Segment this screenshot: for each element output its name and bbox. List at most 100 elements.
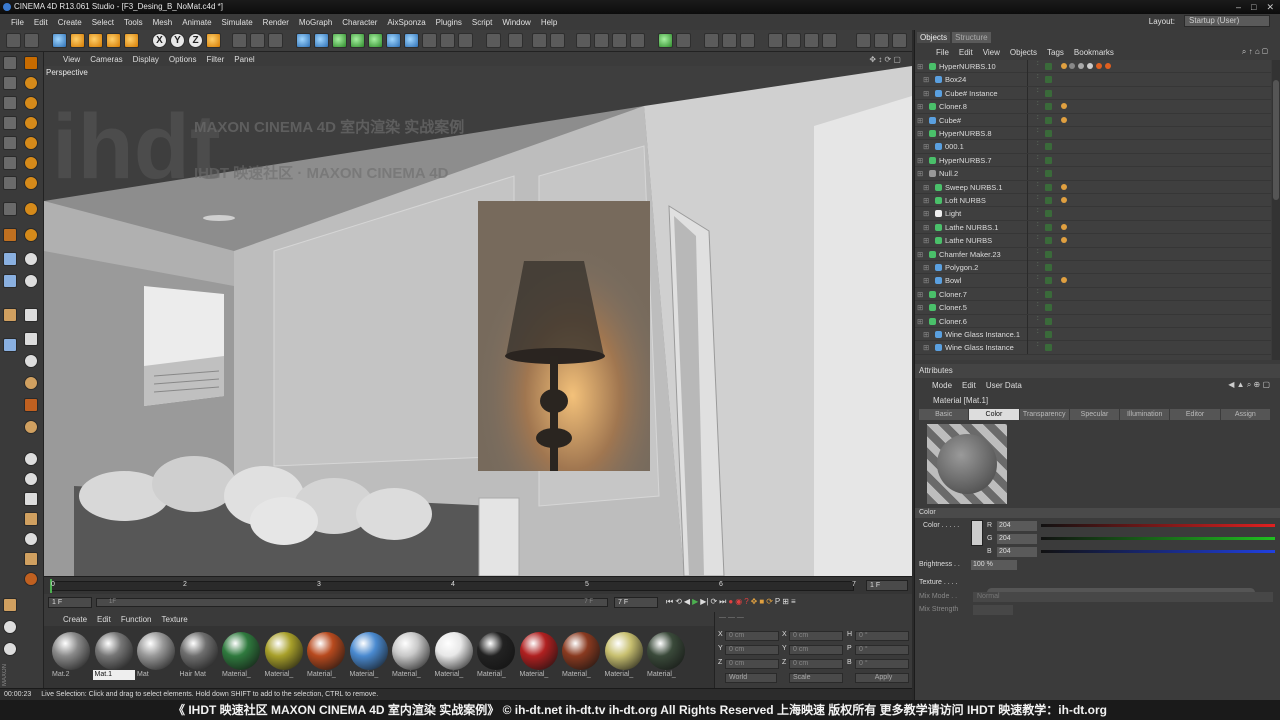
object-row[interactable]: ⊞ Bowl: (915, 274, 1271, 288)
expand-icon[interactable]: ⊞ (917, 167, 923, 180)
magnet-tool-icon[interactable] (24, 202, 38, 216)
uv-points-icon[interactable] (3, 156, 17, 170)
expand-icon[interactable]: ⊞ (923, 73, 929, 86)
expand-icon[interactable]: ⊞ (923, 87, 929, 100)
play-icon[interactable]: ▶ (692, 597, 698, 607)
tag-icon[interactable] (1061, 277, 1067, 284)
gear-tool-icon[interactable] (24, 376, 38, 390)
layout-quad-icon[interactable] (892, 33, 907, 48)
mat-menu-texture[interactable]: Texture (157, 615, 193, 624)
vp-menu-options[interactable]: Options (164, 55, 202, 64)
object-row[interactable]: ⊞ Cube#: (915, 113, 1271, 127)
menu-edit[interactable]: Edit (29, 18, 53, 27)
tab-specular[interactable]: Specular (1069, 409, 1120, 420)
workplane-tool-icon[interactable] (3, 252, 17, 266)
material-thumbnail[interactable]: Material_ (390, 630, 432, 686)
menu-help[interactable]: Help (536, 18, 562, 27)
menu-mesh[interactable]: Mesh (148, 18, 178, 27)
expand-icon[interactable]: ⊞ (917, 288, 923, 301)
layout-single-icon[interactable] (856, 33, 871, 48)
expand-icon[interactable]: ⊞ (923, 207, 929, 220)
material-thumbnail[interactable]: Material_ (348, 630, 390, 686)
visibility-dots-icon[interactable]: : (1037, 262, 1039, 268)
expand-icon[interactable]: ⊞ (917, 154, 923, 167)
menu-animate[interactable]: Animate (177, 18, 216, 27)
world-dropdown[interactable]: World (725, 673, 777, 683)
pos-z-field[interactable]: 0 cm (725, 659, 779, 669)
extrude-tool-icon[interactable] (24, 136, 38, 150)
menu-render[interactable]: Render (258, 18, 294, 27)
render-settings-icon[interactable] (268, 33, 283, 48)
tweak-icon[interactable] (740, 33, 755, 48)
nurbs-icon[interactable] (332, 33, 347, 48)
material-thumbnail[interactable]: Material_ (433, 630, 475, 686)
workplane-icon[interactable] (550, 33, 565, 48)
keyframe-selection-icon[interactable]: ? (744, 597, 748, 607)
edges-tool-icon[interactable] (3, 116, 17, 130)
expand-icon[interactable]: ⊞ (917, 315, 923, 328)
object-row[interactable]: ⊞ Wine Glass Instance.1: (915, 328, 1271, 342)
menu-plugins[interactable]: Plugins (431, 18, 467, 27)
enable-check-icon[interactable] (1045, 331, 1052, 338)
r-value-field[interactable]: 204 (997, 521, 1037, 531)
visibility-dots-icon[interactable]: : (1037, 155, 1039, 161)
visibility-dots-icon[interactable]: : (1037, 74, 1039, 80)
object-row[interactable]: ⊞ Loft NURBS: (915, 194, 1271, 208)
object-row[interactable]: ⊞ Cloner.6: (915, 314, 1271, 328)
visibility-dots-icon[interactable]: : (1037, 141, 1039, 147)
object-axis-icon[interactable] (3, 76, 17, 90)
tag-icon[interactable] (1061, 116, 1067, 123)
expand-icon[interactable]: ⊞ (917, 60, 923, 73)
menu-mograph[interactable]: MoGraph (294, 18, 337, 27)
attr-menu-user-data[interactable]: User Data (981, 381, 1027, 390)
bake-icon[interactable] (3, 620, 17, 634)
object-row[interactable]: ⊞ Chamfer Maker.23: (915, 247, 1271, 261)
redo-icon[interactable] (24, 33, 39, 48)
material-thumbnail[interactable]: Hair Mat (178, 630, 220, 686)
tag-icon[interactable] (1061, 197, 1067, 203)
attr-menu-edit[interactable]: Edit (957, 381, 981, 390)
render-view-icon[interactable] (232, 33, 247, 48)
enable-check-icon[interactable] (1045, 103, 1052, 111)
obj-menu-file[interactable]: File (931, 48, 954, 57)
expand-icon[interactable]: ⊞ (923, 341, 929, 354)
visibility-dots-icon[interactable]: : (1037, 222, 1039, 228)
visibility-dots-icon[interactable]: : (1037, 342, 1039, 348)
sphere-preview-icon[interactable] (24, 532, 38, 546)
param-key-icon[interactable]: P (775, 597, 780, 607)
end-frame-field[interactable]: 1 F (866, 580, 908, 591)
mat-menu-edit[interactable]: Edit (92, 615, 116, 624)
obj-menu-bookmarks[interactable]: Bookmarks (1069, 48, 1119, 57)
tag-icon[interactable] (1061, 103, 1067, 110)
sketch-tool-icon[interactable] (24, 452, 38, 466)
rot-b-field[interactable]: 0 ° (855, 659, 909, 669)
snap-icon[interactable] (704, 33, 719, 48)
tag-icon[interactable] (1087, 63, 1093, 69)
fx-tool-icon[interactable] (24, 398, 38, 412)
prev-key-icon[interactable]: ⟲ (675, 597, 682, 607)
scrollbar-thumb[interactable] (1273, 80, 1279, 200)
paint-tool-icon[interactable] (24, 116, 38, 130)
next-key-icon[interactable]: ⟳ (710, 597, 717, 607)
tag-icon[interactable] (1096, 63, 1102, 69)
hud-icon[interactable] (786, 33, 801, 48)
obj-menu-objects[interactable]: Objects (1005, 48, 1042, 57)
mat-menu-create[interactable]: Create (58, 615, 92, 624)
enable-check-icon[interactable] (1045, 89, 1052, 97)
tab-structure[interactable]: Structure (952, 32, 991, 43)
vp-menu-view[interactable]: View (58, 55, 85, 64)
size-z-field[interactable]: 0 cm (789, 659, 843, 669)
visibility-dots-icon[interactable]: : (1037, 316, 1039, 322)
menu-aixsponza[interactable]: AixSponza (382, 18, 430, 27)
menu-select[interactable]: Select (87, 18, 119, 27)
enable-check-icon[interactable] (1045, 210, 1052, 218)
layout-dropdown[interactable]: Startup (User) (1184, 15, 1270, 27)
cube-icon[interactable] (296, 33, 311, 48)
vp-menu-cameras[interactable]: Cameras (85, 55, 127, 64)
visibility-dots-icon[interactable]: : (1037, 115, 1039, 121)
visibility-dots-icon[interactable]: : (1037, 101, 1039, 107)
enable-check-icon[interactable] (1045, 317, 1052, 325)
size-x-field[interactable]: 0 cm (789, 631, 843, 641)
scale-dropdown[interactable]: Scale (789, 673, 843, 683)
next-frame-icon[interactable]: ▶| (700, 597, 708, 607)
